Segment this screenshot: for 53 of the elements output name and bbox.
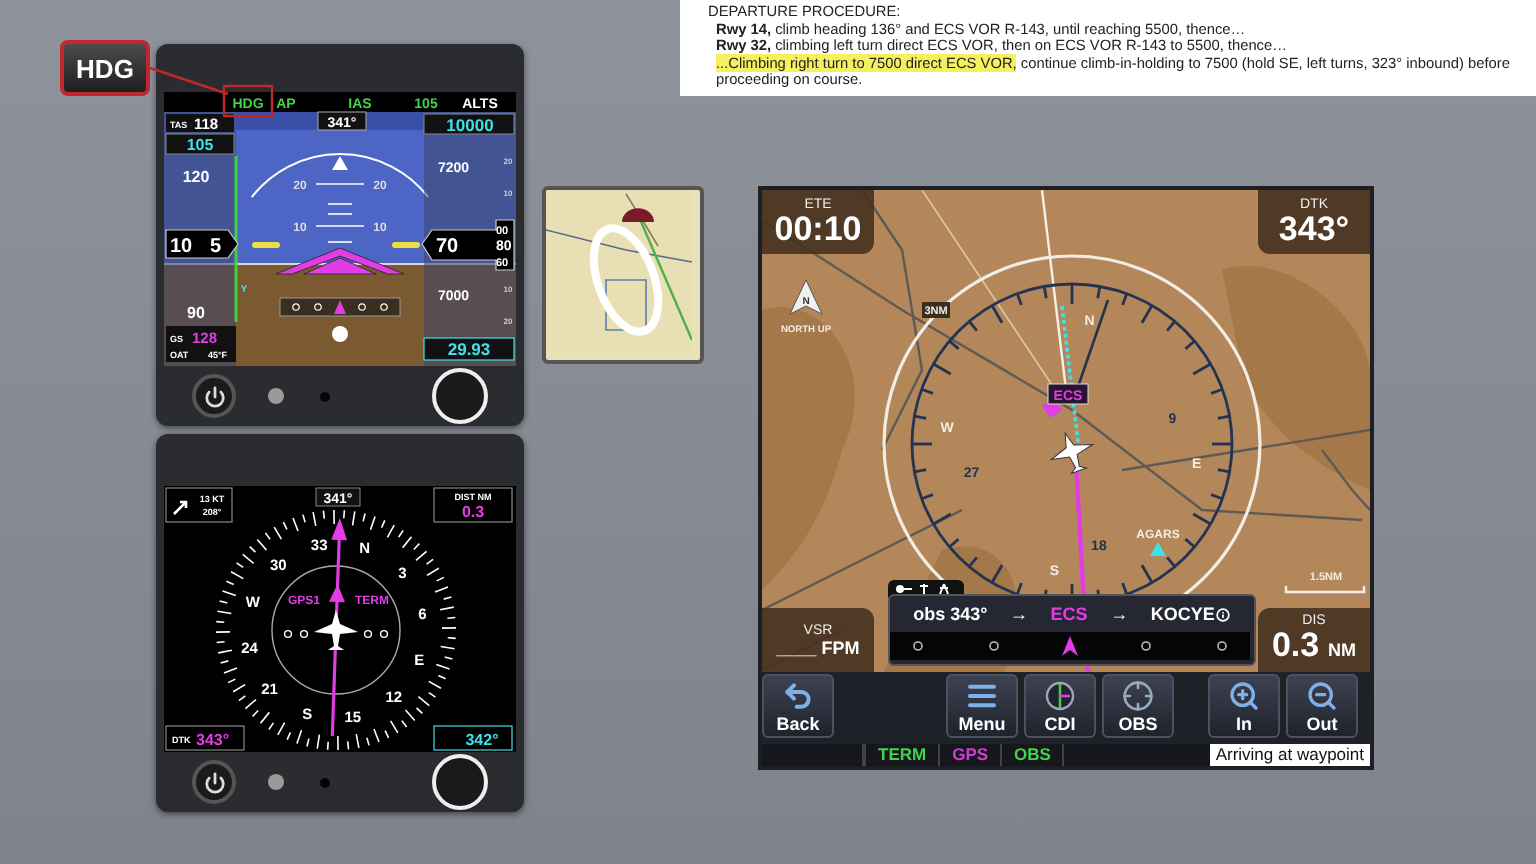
rotary-knob[interactable]	[432, 368, 488, 424]
info-icon	[1216, 607, 1231, 622]
aircraft-icon	[314, 610, 358, 650]
power-icon	[203, 771, 225, 793]
soft-key[interactable]: Back	[762, 674, 834, 739]
crosshair-icon	[1122, 679, 1154, 712]
speed-tick-label: 120	[182, 168, 210, 186]
status-annunciation: GPS	[940, 744, 1003, 766]
speed-bug-box: 105	[165, 133, 235, 155]
soft-key[interactable]: CDI	[1024, 674, 1096, 739]
course-box: 342°	[433, 725, 513, 751]
airspeed-box: 10 5	[165, 229, 239, 259]
sensor-dot	[320, 391, 330, 401]
indicator-light	[268, 774, 284, 790]
back-arrow-icon	[782, 679, 814, 712]
power-icon	[203, 385, 225, 407]
sensor-dot	[320, 777, 330, 787]
aircraft-icon	[1050, 432, 1094, 475]
altitude-bug-box: 10000	[423, 113, 515, 135]
power-button[interactable]	[192, 374, 236, 418]
status-annunciation: TERM	[866, 744, 941, 766]
list-icon	[966, 679, 998, 712]
roll-pointer-icon	[332, 156, 348, 170]
route-waypoint: ECS	[1050, 604, 1088, 625]
soft-key[interactable]: Out	[1286, 674, 1358, 739]
zoom-out-icon	[1306, 679, 1338, 712]
soft-key[interactable]: In	[1208, 674, 1280, 739]
leader-line	[149, 66, 229, 96]
wing-bar	[392, 242, 420, 248]
route-waypoint: KOCYE	[1150, 604, 1231, 625]
speed-tick-label: 90	[187, 304, 205, 322]
power-button[interactable]	[192, 760, 236, 804]
aircraft-symbol	[275, 247, 405, 275]
baro-box: 29.93	[423, 337, 515, 361]
rotary-knob[interactable]	[432, 754, 488, 810]
ball-icon	[332, 326, 348, 342]
highlight-frame	[222, 84, 274, 118]
wing-bar	[252, 242, 280, 248]
route-waypoint: obs 343°	[913, 604, 988, 625]
route-arrow: →	[1010, 604, 1029, 625]
callout-key: HDG	[60, 40, 150, 96]
soft-key[interactable]: Menu	[946, 674, 1018, 739]
route-arrow: →	[1110, 604, 1129, 625]
soft-key[interactable]: OBS	[1102, 674, 1174, 739]
status-message: Arriving at waypoint	[1209, 744, 1370, 766]
status-annunciation: OBS	[1002, 744, 1065, 766]
zoom-in-icon	[1228, 679, 1260, 712]
intersection-icon	[1150, 542, 1166, 556]
slip-indicator	[279, 297, 401, 317]
scale-bar	[1284, 586, 1366, 594]
cdi-icon	[1044, 679, 1076, 712]
indicator-light	[268, 388, 284, 404]
deviation-dots	[283, 629, 389, 639]
